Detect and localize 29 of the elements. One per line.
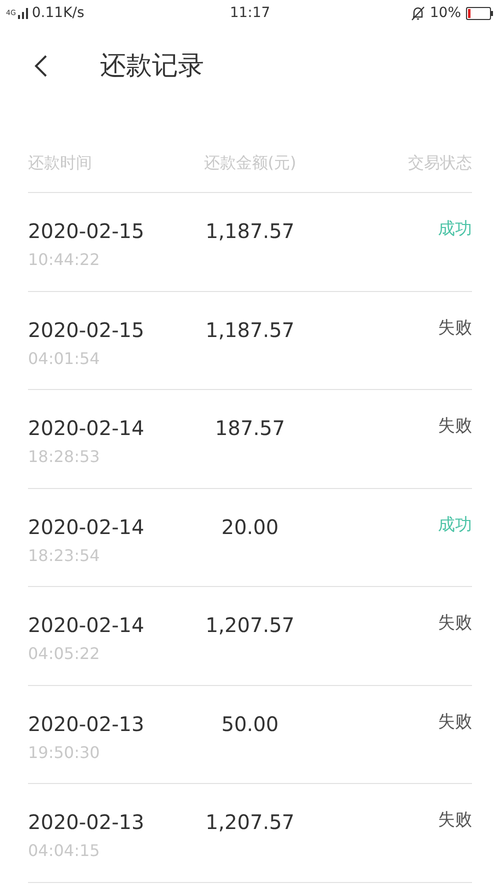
payment-status: 成功	[438, 514, 472, 536]
payment-date: 2020-02-15	[28, 218, 146, 245]
payment-amount: 1,207.57	[205, 809, 295, 836]
payment-amount: 1,187.57	[205, 316, 295, 344]
payment-status: 成功	[438, 218, 472, 241]
payment-status: 失败	[438, 809, 472, 832]
signal-icon	[18, 8, 30, 18]
page-title: 还款记录	[100, 50, 204, 82]
payment-date: 2020-02-13	[28, 710, 146, 738]
payment-amount: 187.57	[215, 415, 285, 442]
payment-status: 失败	[438, 612, 472, 635]
payment-date: 2020-02-14	[28, 415, 146, 442]
muted-bell-icon	[410, 6, 425, 20]
payment-status: 失败	[438, 415, 472, 438]
payment-status: 失败	[438, 710, 472, 734]
payment-status: 失败	[438, 316, 472, 340]
payment-amount: 50.00	[221, 710, 279, 738]
battery-icon	[466, 6, 494, 20]
clock: 11:17	[228, 4, 272, 22]
payment-date: 2020-02-14	[28, 514, 146, 540]
payment-date: 2020-02-15	[28, 316, 146, 344]
payment-date: 2020-02-14	[28, 612, 146, 639]
payment-amount: 1,207.57	[205, 612, 295, 639]
payment-amount: 20.00	[221, 514, 279, 540]
payment-date: 2020-02-13	[28, 809, 146, 836]
back-icon	[34, 54, 48, 78]
network-speed: 0.11K/s	[32, 4, 84, 22]
payment-amount: 1,187.57	[205, 218, 295, 245]
battery-percent: 10%	[430, 4, 462, 22]
